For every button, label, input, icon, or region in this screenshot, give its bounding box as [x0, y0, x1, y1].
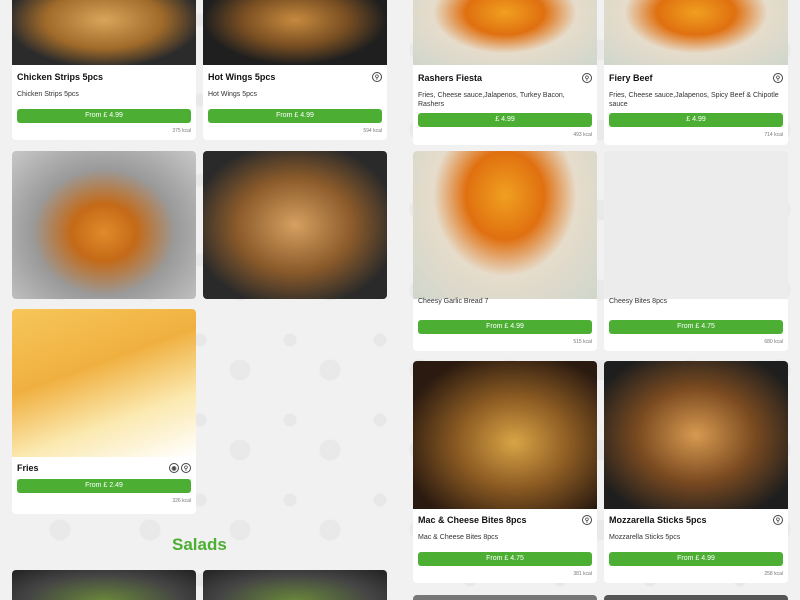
cheesy-bites-photo [604, 151, 788, 299]
nuggets-photo [12, 151, 196, 299]
strips-basket-photo [203, 151, 387, 299]
fiery-beef-photo [604, 0, 788, 65]
item-description: Fries, Cheese sauce,Jalapenos, Turkey Ba… [418, 92, 565, 108]
item-description: Mozzarella Sticks 5pcs [609, 534, 681, 541]
vegetarian-icon: ⚲ [582, 73, 592, 83]
cheesy-garlic-bread-photo [413, 151, 597, 299]
menu-card-chicken-strips[interactable]: Chicken Strips 5pcs Chicken Strips 5pcs … [12, 0, 196, 140]
item-description: Fries, Cheese sauce,Jalapenos, Spicy Bee… [609, 92, 779, 108]
item-kcal: 714 kcal [764, 132, 783, 138]
item-description: Chicken Strips 5pcs [17, 91, 79, 98]
chicken-strips-photo [12, 0, 196, 65]
item-name: Mac & Cheese Bites 8pcs [418, 515, 527, 525]
item-name: Rashers Fiesta [418, 73, 483, 83]
salad-photo [203, 570, 387, 600]
add-to-cart-button[interactable]: From £ 2.49 [17, 479, 191, 493]
rashers-fiesta-photo [413, 0, 597, 65]
vegan-icon: ◉ [169, 463, 179, 473]
menu-card-salad-1[interactable] [12, 570, 196, 600]
item-kcal: 258 kcal [764, 571, 783, 577]
mozzarella-sticks-photo [604, 361, 788, 509]
vegetarian-icon: ⚲ [372, 72, 382, 82]
item-photo [413, 595, 597, 600]
menu-card-hot-wings[interactable]: Hot Wings 5pcs ⚲ Hot Wings 5pcs From £ 4.… [203, 0, 387, 140]
menu-card-fiery-beef[interactable]: Fiery Beef ⚲ Fries, Cheese sauce,Jalapeno… [604, 0, 788, 145]
section-title-salads: Salads [172, 535, 227, 554]
item-kcal: 594 kcal [363, 128, 382, 134]
add-to-cart-button[interactable]: From £ 4.99 [208, 109, 382, 123]
menu-card-cheesy-bites[interactable]: Cheesy Bites 8pcs From £ 4.75 680 kcal [604, 151, 788, 351]
add-to-cart-button[interactable]: From £ 4.99 [17, 109, 191, 123]
menu-card-next-2[interactable] [604, 595, 788, 600]
add-to-cart-button[interactable]: From £ 4.75 [418, 552, 592, 566]
item-kcal: 381 kcal [573, 571, 592, 577]
menu-card-strips-basket[interactable] [203, 151, 387, 299]
menu-card-salad-2[interactable] [203, 570, 387, 600]
fries-photo [12, 309, 196, 457]
salad-photo [12, 570, 196, 600]
vegetarian-icon: ⚲ [582, 515, 592, 525]
mac-cheese-bites-photo [413, 361, 597, 509]
vegetarian-icon: ⚲ [773, 73, 783, 83]
menu-card-next-1[interactable] [413, 595, 597, 600]
item-kcal: 515 kcal [573, 339, 592, 345]
item-description: Hot Wings 5pcs [208, 91, 258, 98]
add-to-cart-button[interactable]: £ 4.99 [418, 113, 592, 127]
menu-card-rashers-fiesta[interactable]: Rashers Fiesta ⚲ Fries, Cheese sauce,Jala… [413, 0, 597, 145]
menu-card-mozzarella-sticks[interactable]: Mozzarella Sticks 5pcs ⚲ Mozzarella Stick… [604, 361, 788, 583]
item-name: Mozzarella Sticks 5pcs [609, 515, 707, 525]
item-name: Cheesy Bites 8pcs [609, 298, 667, 305]
vegetarian-icon: ⚲ [181, 463, 191, 473]
item-kcal: 375 kcal [172, 128, 191, 134]
item-kcal: 493 kcal [573, 132, 592, 138]
item-name: Chicken Strips 5pcs [17, 72, 104, 82]
item-name: Cheesy Garlic Bread 7 [418, 298, 489, 305]
menu-card-mac-cheese-bites[interactable]: Mac & Cheese Bites 8pcs ⚲ Mac & Cheese Bi… [413, 361, 597, 583]
item-name: Fries [17, 463, 39, 473]
add-to-cart-button[interactable]: From £ 4.99 [418, 320, 592, 334]
vegetarian-icon: ⚲ [773, 515, 783, 525]
menu-card-nuggets[interactable] [12, 151, 196, 299]
add-to-cart-button[interactable]: £ 4.99 [609, 113, 783, 127]
item-name: Fiery Beef [609, 73, 653, 83]
menu-card-fries[interactable]: Fries ◉ ⚲ From £ 2.49 326 kcal [12, 309, 196, 514]
item-description: Mac & Cheese Bites 8pcs [418, 534, 499, 541]
add-to-cart-button[interactable]: From £ 4.75 [609, 320, 783, 334]
item-name: Hot Wings 5pcs [208, 72, 276, 82]
item-kcal: 680 kcal [764, 339, 783, 345]
menu-card-cheesy-garlic-bread[interactable]: Cheesy Garlic Bread 7 From £ 4.99 515 kc… [413, 151, 597, 351]
hot-wings-photo [203, 0, 387, 65]
item-photo [604, 595, 788, 600]
add-to-cart-button[interactable]: From £ 4.99 [609, 552, 783, 566]
item-kcal: 326 kcal [172, 498, 191, 504]
